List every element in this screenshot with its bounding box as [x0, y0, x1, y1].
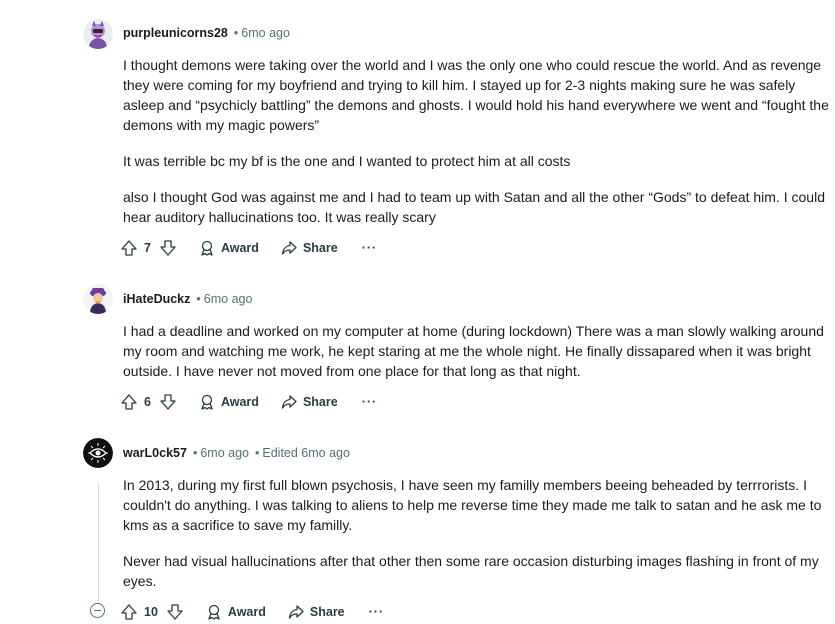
comment-meta: purpleunicorns28 • 6mo ago	[123, 26, 290, 40]
separator-dot: •	[196, 292, 201, 306]
award-label: Award	[220, 395, 259, 409]
award-icon	[201, 240, 213, 256]
share-button[interactable]: Share	[281, 394, 338, 410]
upvote-icon[interactable]	[120, 603, 138, 621]
share-label: Share	[309, 605, 345, 619]
upvote-icon[interactable]	[120, 239, 138, 257]
comment-paragraph: In 2013, during my first full blown psyc…	[123, 477, 822, 533]
separator-dot: •	[192, 446, 198, 460]
separator-dot: •	[233, 26, 239, 40]
upvote-icon[interactable]	[120, 393, 138, 411]
downvote-icon[interactable]	[159, 239, 177, 257]
timestamp[interactable]: 6mo ago	[200, 446, 249, 460]
downvote-icon[interactable]	[159, 393, 177, 411]
comment-meta: warL0ck57 • 6mo ago • Edited 6mo ago	[123, 446, 350, 460]
comment-body: In 2013, during my first full blown psyc…	[123, 475, 833, 591]
award-icon	[201, 394, 213, 410]
share-label: Share	[302, 241, 338, 255]
avatar[interactable]	[83, 438, 113, 468]
comment-paragraph: It was terrible bc my bf is the one and …	[123, 153, 571, 169]
timestamp[interactable]: 6mo ago	[241, 26, 290, 40]
comment-meta: iHateDuckz • 6mo ago	[123, 292, 252, 306]
downvote-icon[interactable]	[166, 603, 184, 621]
vote-controls: 7	[120, 239, 177, 257]
award-button[interactable]: Award	[199, 394, 259, 410]
thread-line[interactable]	[98, 483, 99, 603]
avatar-image	[83, 284, 113, 314]
comment-paragraph: Never had visual hallucinations after th…	[123, 553, 819, 589]
award-label: Award	[227, 605, 266, 619]
avatar[interactable]	[83, 19, 113, 49]
vote-count: 6	[144, 395, 151, 409]
comment-actions: 6 Award Share ···	[120, 390, 377, 414]
vote-controls: 6	[120, 393, 177, 411]
timestamp[interactable]: 6mo ago	[204, 292, 253, 306]
award-button[interactable]: Award	[199, 240, 259, 256]
username[interactable]: warL0ck57	[123, 446, 187, 460]
vote-controls: 10	[120, 603, 184, 621]
comment-actions: 7 Award Share ···	[120, 236, 377, 260]
avatar[interactable]	[83, 284, 113, 314]
more-options-button[interactable]: ···	[362, 395, 378, 409]
avatar-image	[83, 19, 113, 49]
comment-body: I thought demons were taking over the wo…	[123, 55, 833, 227]
share-button[interactable]: Share	[281, 240, 338, 256]
avatar-image	[83, 438, 113, 468]
more-options-button[interactable]: ···	[362, 241, 378, 255]
username[interactable]: purpleunicorns28	[123, 26, 228, 40]
comment-paragraph: also I thought God was against me and I …	[123, 189, 825, 225]
comment-paragraph: I had a deadline and worked on my comput…	[123, 323, 824, 379]
vote-count: 7	[144, 241, 151, 255]
separator-dot: •	[254, 446, 260, 460]
share-icon	[281, 241, 297, 255]
more-options-button[interactable]: ···	[369, 605, 385, 619]
share-label: Share	[302, 395, 338, 409]
share-icon	[281, 395, 297, 409]
comment-actions: 10 Award Share ···	[120, 600, 384, 624]
award-label: Award	[220, 241, 259, 255]
comment-paragraph: I thought demons were taking over the wo…	[123, 57, 829, 133]
username[interactable]: iHateDuckz	[123, 292, 190, 306]
vote-count: 10	[144, 605, 158, 619]
collapse-icon[interactable]	[90, 603, 105, 618]
edited-timestamp: Edited 6mo ago	[262, 446, 350, 460]
comment-body: I had a deadline and worked on my comput…	[123, 321, 833, 381]
